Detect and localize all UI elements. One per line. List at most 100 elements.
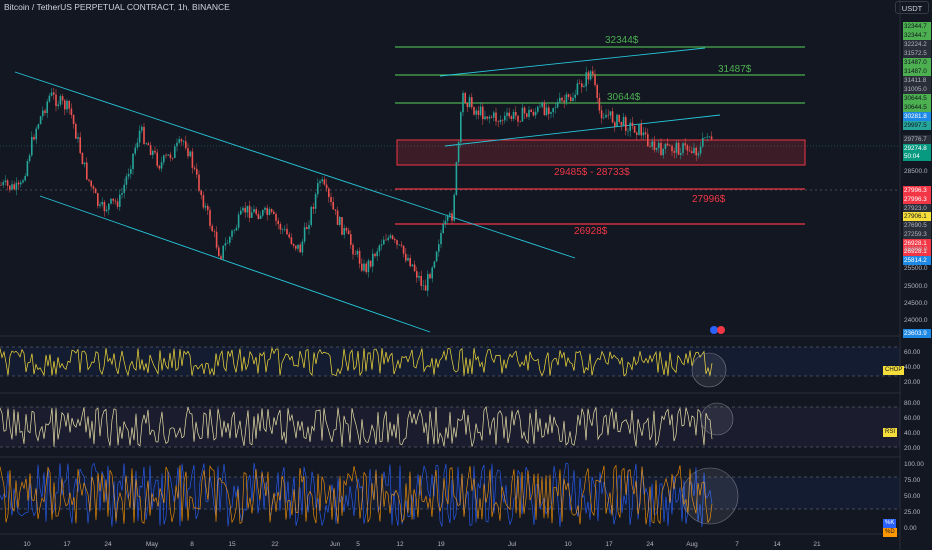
candle-body bbox=[81, 153, 84, 165]
candle-body bbox=[343, 228, 345, 235]
candle-body bbox=[169, 154, 172, 158]
candle-body bbox=[680, 153, 682, 155]
candle-body bbox=[281, 229, 284, 230]
candle-body bbox=[112, 198, 114, 201]
candle-body bbox=[636, 132, 638, 135]
candle-body bbox=[44, 110, 46, 114]
candle-body bbox=[75, 123, 77, 139]
currency-button[interactable]: USDT bbox=[895, 1, 929, 14]
chop-band bbox=[0, 347, 900, 376]
candle-body bbox=[328, 188, 330, 198]
chop-label[interactable]: CHOP bbox=[883, 366, 905, 375]
candle-body bbox=[664, 143, 667, 149]
time-tick: 12 bbox=[396, 541, 404, 548]
chart-canvas[interactable] bbox=[0, 0, 932, 550]
price-tag: 27906.1 bbox=[903, 212, 931, 221]
candle-body bbox=[185, 141, 187, 149]
candle-body bbox=[578, 83, 581, 84]
candle-body bbox=[515, 112, 517, 116]
candle-body bbox=[374, 253, 376, 257]
candle-body bbox=[259, 215, 262, 219]
candle-body bbox=[235, 227, 238, 231]
candle-body bbox=[598, 97, 601, 111]
price-tag: 31411.8 bbox=[903, 76, 931, 85]
rsi-label[interactable]: RSI bbox=[883, 428, 898, 437]
candle-body bbox=[625, 117, 627, 132]
time-tick: 24 bbox=[646, 541, 654, 548]
candle-body bbox=[176, 142, 178, 147]
symbol-name[interactable]: Bitcoin / TetherUS PERPETUAL CONTRACT bbox=[4, 2, 173, 12]
price-tag: 32344.7 bbox=[903, 22, 931, 31]
candle-body bbox=[288, 234, 290, 238]
candle-body bbox=[279, 224, 282, 230]
chop-tick: 20.00 bbox=[904, 379, 921, 386]
candle-body bbox=[350, 234, 352, 245]
candle-body bbox=[367, 260, 370, 273]
candle-body bbox=[592, 71, 594, 75]
candle-body bbox=[365, 263, 367, 273]
candle-body bbox=[191, 151, 194, 168]
candle-body bbox=[90, 180, 92, 187]
price-tag: 50:04 bbox=[903, 152, 931, 161]
candle-body bbox=[543, 102, 546, 115]
candle-body bbox=[572, 97, 574, 102]
candle-body bbox=[196, 168, 198, 175]
candle-body bbox=[114, 200, 117, 202]
candle-body bbox=[132, 153, 134, 170]
candle-body bbox=[79, 137, 81, 154]
price-tag: 29997.5 bbox=[903, 121, 931, 130]
candle-body bbox=[372, 253, 374, 267]
candle-body bbox=[369, 260, 372, 267]
price-tag: 27996.3 bbox=[903, 186, 931, 195]
candle-body bbox=[207, 205, 209, 211]
candle-body bbox=[614, 122, 616, 127]
candle-body bbox=[396, 240, 398, 245]
price-tick: 28500.0 bbox=[904, 168, 928, 175]
candle-body bbox=[563, 100, 565, 103]
candle-body bbox=[222, 245, 224, 259]
candle-body bbox=[695, 147, 697, 156]
candle-body bbox=[554, 107, 557, 109]
candle-body bbox=[167, 154, 169, 156]
candle-body bbox=[453, 194, 455, 221]
candle-body bbox=[347, 230, 350, 235]
candle-body bbox=[517, 115, 519, 122]
candle-body bbox=[325, 184, 328, 189]
candle-body bbox=[444, 220, 447, 225]
candle-body bbox=[539, 106, 541, 108]
candle-body bbox=[471, 97, 473, 108]
candle-body bbox=[482, 106, 484, 120]
price-tag: 27996.3 bbox=[903, 195, 931, 204]
channel-bottom-line bbox=[39, 195, 431, 333]
event-flag-icon bbox=[710, 326, 718, 334]
interval-label[interactable]: 1h bbox=[178, 2, 187, 12]
candle-body bbox=[244, 207, 246, 213]
candle-body bbox=[609, 111, 612, 116]
candle-body bbox=[402, 245, 405, 254]
candle-body bbox=[493, 112, 495, 118]
candle-body bbox=[246, 205, 249, 213]
stoch-d-label[interactable]: %D bbox=[883, 528, 897, 537]
candle-body bbox=[526, 113, 528, 117]
candle-body bbox=[490, 116, 493, 118]
event-flag-icon bbox=[717, 326, 725, 334]
stoch-k-label[interactable]: %K bbox=[883, 519, 897, 528]
candle-body bbox=[361, 263, 363, 271]
candle-body bbox=[268, 209, 271, 215]
candle-body bbox=[618, 114, 620, 122]
time-tick: 15 bbox=[228, 541, 236, 548]
candle-body bbox=[545, 107, 548, 115]
candle-body bbox=[411, 264, 414, 267]
candle-body bbox=[317, 183, 319, 195]
candle-body bbox=[704, 137, 706, 138]
candle-body bbox=[688, 150, 691, 152]
candle-body bbox=[620, 121, 623, 126]
candle-body bbox=[17, 182, 20, 185]
candle-body bbox=[508, 112, 510, 117]
candle-body bbox=[154, 150, 156, 153]
candle-body bbox=[231, 230, 233, 237]
candle-body bbox=[556, 102, 559, 108]
candle-body bbox=[574, 94, 576, 98]
candle-body bbox=[218, 247, 220, 257]
candle-body bbox=[171, 157, 174, 159]
